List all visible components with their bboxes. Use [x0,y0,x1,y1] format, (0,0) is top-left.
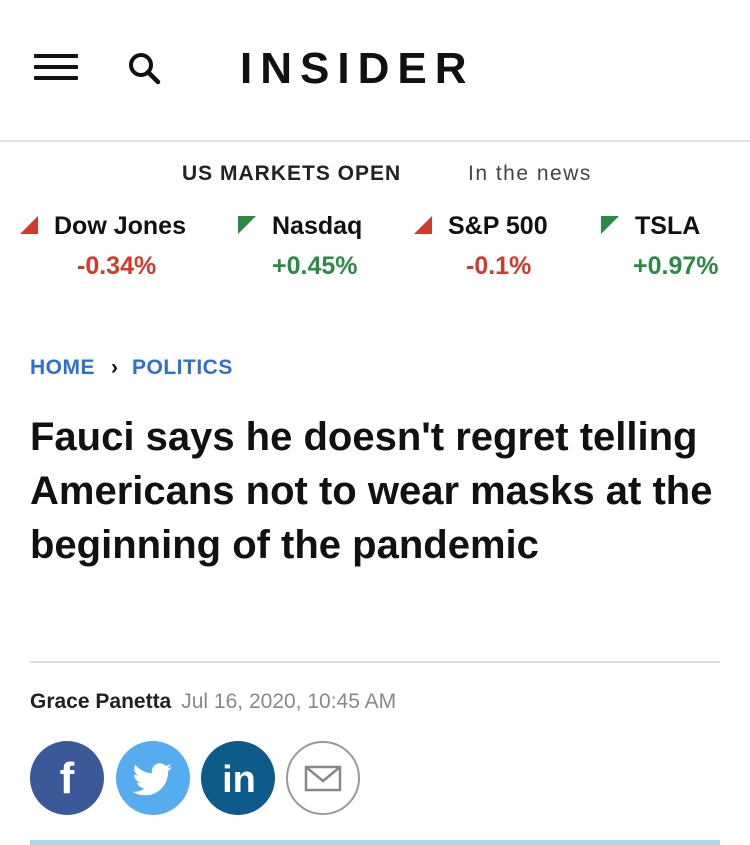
divider [30,661,720,663]
share-email-button[interactable] [286,741,360,815]
markets-status: US MARKETS OPEN [182,162,402,185]
breadcrumb: HOME › POLITICS [30,356,233,386]
article-title: Fauci says he doesn't regret telling Ame… [30,415,713,567]
byline: Grace Panetta Jul 16, 2020, 10:45 AM [30,690,396,714]
breadcrumb-politics-link[interactable]: POLITICS [132,356,233,379]
chevron-right-icon: › [111,356,118,379]
search-icon[interactable] [126,50,162,86]
email-icon [304,765,342,792]
ticker-name: S&P 500 [448,212,548,240]
content-edge [30,840,720,845]
up-arrow-icon [601,216,619,234]
publish-date: Jul 16, 2020, 10:45 AM [181,690,397,713]
ticker-change: +0.97% [633,252,719,280]
share-facebook-button[interactable]: f [30,741,104,815]
up-arrow-icon [238,216,256,234]
ticker-name: Dow Jones [54,212,186,240]
author-link[interactable]: Grace Panetta [30,690,171,713]
share-linkedin-button[interactable]: in [201,741,275,815]
down-arrow-icon [414,216,432,234]
ticker-change: +0.45% [272,252,358,280]
share-twitter-button[interactable] [116,741,190,815]
ticker-name: Nasdaq [272,212,363,240]
svg-text:in: in [222,759,256,801]
in-the-news-link[interactable]: In the news [468,162,592,186]
ticker-name: TSLA [635,212,701,240]
facebook-icon: f [60,754,75,803]
linkedin-icon: in [222,759,256,801]
hamburger-menu-icon[interactable] [34,52,80,82]
site-header: INSIDER [0,0,750,142]
twitter-icon [132,763,173,796]
svg-text:f: f [60,754,75,803]
down-arrow-icon [20,216,38,234]
site-logo[interactable]: INSIDER [240,44,474,94]
breadcrumb-home-link[interactable]: HOME [30,356,95,379]
ticker-change: -0.1% [466,252,532,280]
ticker-change: -0.34% [77,252,157,280]
markets-bar: US MARKETS OPEN In the news [0,160,750,190]
